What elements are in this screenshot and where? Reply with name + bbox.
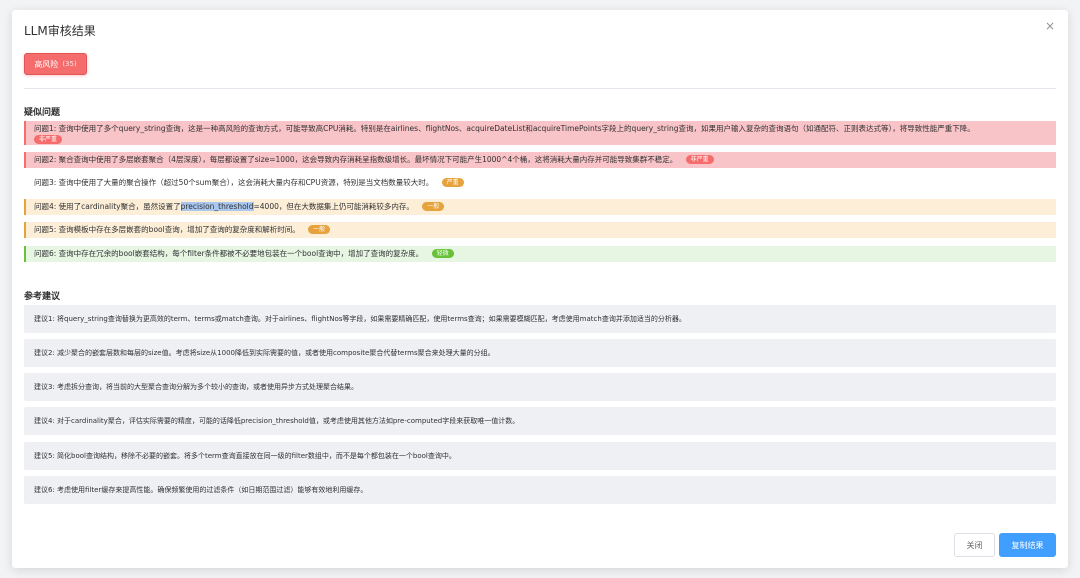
close-icon[interactable]: ×	[1044, 20, 1056, 32]
suggestions-section-title: 参考建议	[24, 292, 61, 302]
issue-item-2: 问题2: 聚合查询中使用了多层嵌套聚合（4层深度），每层都设置了size=100…	[24, 152, 1056, 168]
severity-tag: 非严重	[685, 155, 714, 164]
issue-text-before: 问题4: 使用了cardinality聚合，虽然设置了	[34, 202, 181, 211]
issue-text: 问题6: 查询中存在冗余的bool嵌套结构，每个filter条件都被不必要地包装…	[34, 249, 424, 258]
suggestion-item-6: 建议6: 考虑使用filter缓存来提高性能。确保频繁使用的过滤条件（如日期范围…	[24, 476, 1056, 504]
suggestion-item-4: 建议4: 对于cardinality聚合，评估实际需要的精度，可能的话降低pre…	[24, 407, 1056, 435]
issue-text: 问题1: 查询中使用了多个query_string查询，这是一种高风险的查询方式…	[34, 124, 975, 133]
issue-text-after: =4000，但在大数据集上仍可能消耗较多内存。	[253, 202, 414, 211]
close-button[interactable]: 关闭	[954, 533, 995, 557]
copy-results-button[interactable]: 复制结果	[999, 533, 1056, 557]
suggestion-item-3: 建议3: 考虑拆分查询，将当前的大型聚合查询分解为多个较小的查询，或者使用异步方…	[24, 373, 1056, 401]
issue-item-1: 问题1: 查询中使用了多个query_string查询，这是一种高风险的查询方式…	[24, 121, 1056, 145]
risk-level-badge: 高风险 (35)	[24, 53, 87, 75]
severity-tag: 轻微	[431, 249, 454, 258]
severity-tag: 一般	[308, 225, 331, 234]
suggestion-item-2: 建议2: 减少聚合的嵌套层数和每层的size值。考虑将size从1000降低到实…	[24, 339, 1056, 367]
issues-section-title: 疑似问题	[24, 108, 61, 118]
suggestion-item-5: 建议5: 简化bool查询结构，移除不必要的嵌套。将多个term查询直接放在同一…	[24, 442, 1056, 470]
divider	[24, 88, 1056, 89]
dialog-title: LLM审核结果	[24, 24, 96, 38]
issue-item-4: 问题4: 使用了cardinality聚合，虽然设置了precision_thr…	[24, 199, 1056, 215]
issue-item-5: 问题5: 查询模板中存在多层嵌套的bool查询，增加了查询的复杂度和解析时间。 …	[24, 222, 1056, 238]
llm-review-dialog: LLM审核结果 × 高风险 (35) 疑似问题 问题1: 查询中使用了多个que…	[12, 10, 1068, 568]
selected-text: precision_threshold	[180, 202, 254, 211]
suggestion-item-1: 建议1: 将query_string查询替换为更高效的term、terms或ma…	[24, 305, 1056, 333]
issue-text: 问题3: 查询中使用了大量的聚合操作（超过50个sum聚合），这会消耗大量内存和…	[34, 178, 434, 187]
severity-tag: 非严重	[34, 135, 63, 144]
severity-tag: 一般	[422, 202, 445, 211]
risk-level-label: 高风险	[34, 59, 59, 69]
issue-item-6: 问题6: 查询中存在冗余的bool嵌套结构，每个filter条件都被不必要地包装…	[24, 246, 1056, 262]
severity-tag: 严重	[441, 178, 464, 187]
issue-item-3: 问题3: 查询中使用了大量的聚合操作（超过50个sum聚合），这会消耗大量内存和…	[24, 175, 1056, 191]
issue-text: 问题2: 聚合查询中使用了多层嵌套聚合（4层深度），每层都设置了size=100…	[34, 155, 678, 164]
risk-count: (35)	[62, 60, 77, 68]
issue-text: 问题5: 查询模板中存在多层嵌套的bool查询，增加了查询的复杂度和解析时间。	[34, 225, 300, 234]
